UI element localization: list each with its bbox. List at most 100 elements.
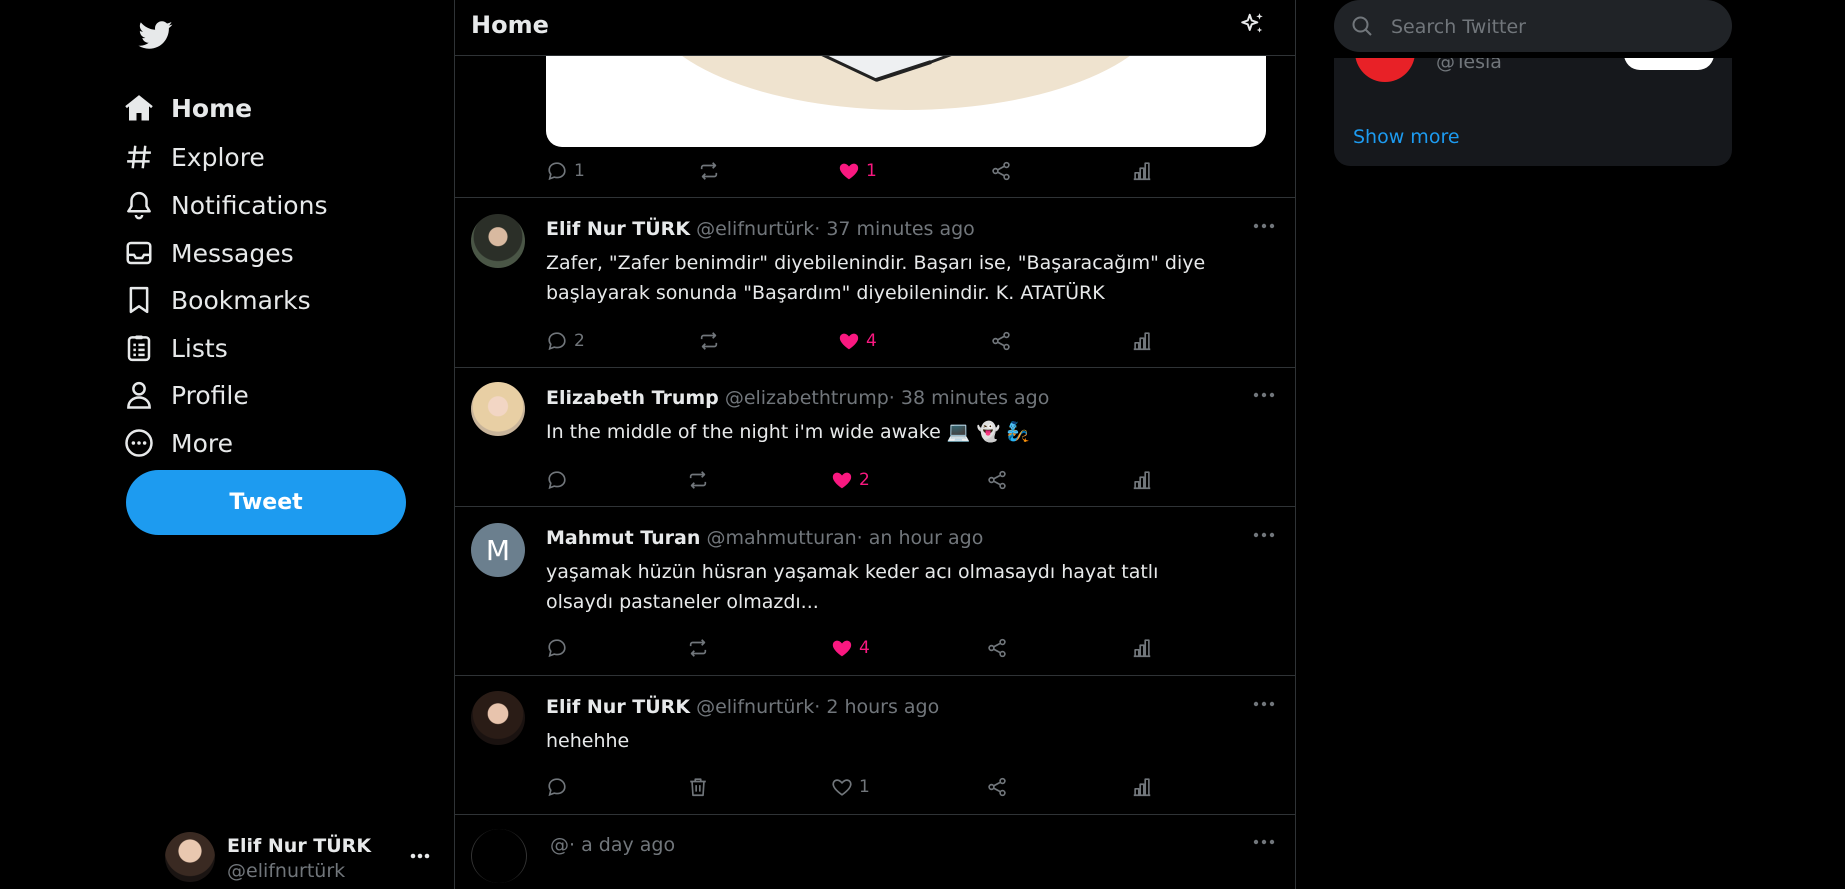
like-button[interactable]: 2 <box>831 467 870 493</box>
avatar[interactable] <box>1355 58 1415 82</box>
hashtag-icon <box>124 142 154 172</box>
author-name[interactable]: Elif Nur TÜRK <box>546 696 690 718</box>
author-handle[interactable]: @elizabethtrump <box>725 387 889 409</box>
analytics-button[interactable] <box>1131 328 1153 354</box>
like-button[interactable]: 4 <box>838 328 877 354</box>
reply-icon <box>546 160 568 182</box>
heart-filled-icon <box>838 330 860 352</box>
person-icon <box>124 380 154 410</box>
tweet[interactable]: Elif Nur TÜRK @elifnurtürk· 2 hours ago … <box>455 676 1295 814</box>
nav-explore[interactable]: Explore <box>124 137 265 177</box>
tweet-time[interactable]: · an hour ago <box>857 527 984 549</box>
tweet-media-image[interactable] <box>546 40 1266 147</box>
tweet[interactable]: @· a day ago <box>455 815 1295 889</box>
nav-more[interactable]: More <box>124 423 233 463</box>
analytics-button[interactable] <box>1131 467 1153 493</box>
account-switcher[interactable]: Elif Nur TÜRK @elifnurtürk <box>165 832 440 884</box>
more-horizontal-icon[interactable] <box>1249 528 1279 542</box>
author-name[interactable]: Elizabeth Trump <box>546 387 719 409</box>
like-count: 1 <box>866 161 877 181</box>
avatar[interactable] <box>471 691 525 745</box>
retweet-button[interactable] <box>698 158 720 184</box>
nav-notifications[interactable]: Notifications <box>124 185 327 225</box>
author-handle[interactable]: @elifnurtürk <box>696 218 814 240</box>
timeline-header: Home <box>455 0 1295 56</box>
analytics-button[interactable] <box>1131 635 1153 661</box>
search-input[interactable] <box>1389 10 1713 44</box>
nav-label: Home <box>171 93 253 123</box>
envelope-icon <box>124 238 154 268</box>
reply-count: 2 <box>574 331 585 351</box>
retweet-button[interactable] <box>687 635 709 661</box>
reply-icon <box>546 776 568 798</box>
avatar[interactable] <box>471 382 525 436</box>
heart-filled-icon <box>831 637 853 659</box>
author-handle[interactable]: @mahmutturan <box>706 527 856 549</box>
tweet[interactable]: M Mahmut Turan @mahmutturan· an hour ago… <box>455 507 1295 675</box>
tweet-button[interactable]: Tweet <box>126 470 406 535</box>
avatar[interactable] <box>471 829 527 883</box>
analytics-button[interactable] <box>1131 774 1153 800</box>
tweet-time[interactable]: · 2 hours ago <box>814 696 939 718</box>
nav-label: Messages <box>171 238 294 268</box>
like-button[interactable]: 1 <box>831 774 870 800</box>
more-horizontal-icon[interactable] <box>1249 388 1279 402</box>
tweet[interactable]: Elif Nur TÜRK @elifnurtürk· 37 minutes a… <box>455 198 1295 368</box>
sparkle-icon[interactable] <box>1240 11 1266 37</box>
show-more-link[interactable]: Show more <box>1353 126 1460 148</box>
account-handle: @elifnurtürk <box>227 860 346 882</box>
author-name[interactable]: Elif Nur TÜRK <box>546 218 690 240</box>
retweet-button[interactable] <box>698 328 720 354</box>
avatar[interactable]: M <box>471 523 525 577</box>
suggested-handle[interactable]: @Tesla <box>1436 58 1502 73</box>
list-icon <box>124 333 154 363</box>
like-button[interactable]: 4 <box>831 635 870 661</box>
twitter-logo-icon[interactable] <box>137 18 175 52</box>
avatar-letter: M <box>485 533 511 567</box>
nav-messages[interactable]: Messages <box>124 233 294 273</box>
delete-button[interactable] <box>687 774 709 800</box>
nav-home[interactable]: Home <box>124 88 252 128</box>
analytics-button[interactable] <box>1131 158 1153 184</box>
share-icon <box>986 469 1008 491</box>
author-name[interactable]: Mahmut Turan <box>546 527 700 549</box>
reply-button[interactable]: 1 <box>546 158 585 184</box>
like-count: 4 <box>866 331 877 351</box>
like-count: 4 <box>859 638 870 658</box>
reply-button[interactable] <box>546 467 568 493</box>
search-bar[interactable] <box>1334 0 1732 52</box>
tweet-header: Elizabeth Trump @elizabethtrump· 38 minu… <box>546 387 1049 409</box>
follow-button[interactable] <box>1624 58 1714 70</box>
reply-button[interactable] <box>546 774 568 800</box>
tweet-header: Mahmut Turan @mahmutturan· an hour ago <box>546 527 983 549</box>
search-icon <box>1350 14 1374 38</box>
author-handle[interactable]: @ <box>550 834 569 856</box>
tweet-time[interactable]: · a day ago <box>569 834 675 856</box>
retweet-button[interactable] <box>687 467 709 493</box>
nav-bookmarks[interactable]: Bookmarks <box>124 280 311 320</box>
share-button[interactable] <box>990 158 1012 184</box>
share-button[interactable] <box>986 467 1008 493</box>
author-handle[interactable]: @elifnurtürk <box>696 696 814 718</box>
reply-button[interactable]: 2 <box>546 328 585 354</box>
nav-lists[interactable]: Lists <box>124 328 228 368</box>
tweet-time[interactable]: · 37 minutes ago <box>814 218 975 240</box>
share-button[interactable] <box>986 635 1008 661</box>
nav-label: Notifications <box>171 190 328 220</box>
more-horizontal-icon[interactable] <box>1249 219 1279 233</box>
more-horizontal-icon[interactable] <box>1249 697 1279 711</box>
tweet-header: Elif Nur TÜRK @elifnurtürk· 37 minutes a… <box>546 218 975 240</box>
more-horizontal-icon[interactable] <box>405 844 435 868</box>
home-icon <box>124 93 154 123</box>
tweet-time[interactable]: · 38 minutes ago <box>889 387 1050 409</box>
share-button[interactable] <box>986 774 1008 800</box>
reply-button[interactable] <box>546 635 568 661</box>
nav-profile[interactable]: Profile <box>124 375 249 415</box>
share-button[interactable] <box>990 328 1012 354</box>
tweet[interactable]: Elizabeth Trump @elizabethtrump· 38 minu… <box>455 368 1295 507</box>
more-horizontal-icon[interactable] <box>1249 835 1279 849</box>
reply-icon <box>546 637 568 659</box>
like-button[interactable]: 1 <box>838 158 877 184</box>
avatar[interactable] <box>471 214 525 268</box>
tweet-header: @· a day ago <box>550 834 675 856</box>
